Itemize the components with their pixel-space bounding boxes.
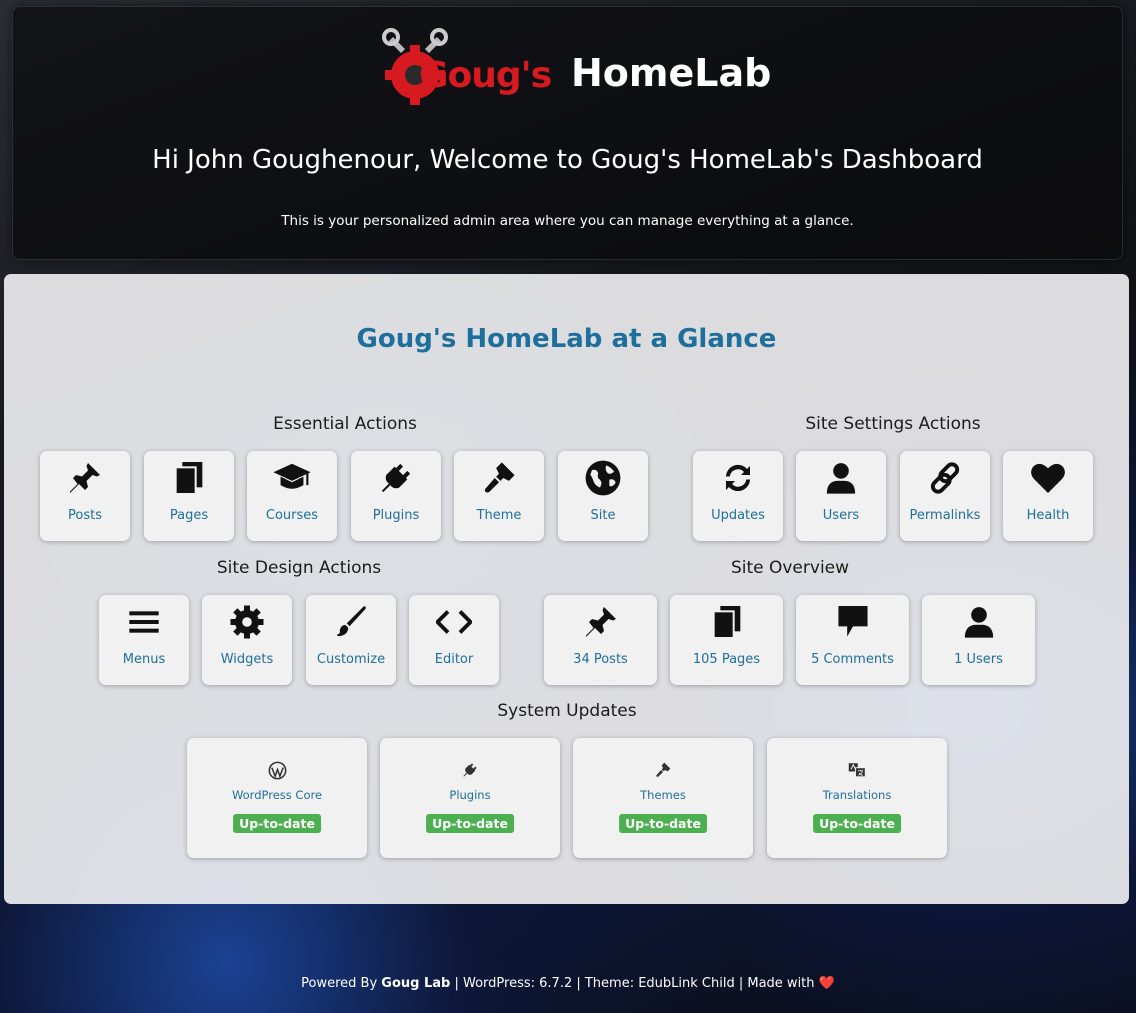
overview-label: 34 Posts [573,652,628,667]
pin-icon [70,463,100,493]
gear-icon [230,605,264,639]
overview-posts[interactable]: 34 Posts [544,595,657,685]
settings-actions-title: Site Settings Actions [805,414,981,434]
action-label: Plugins [372,508,420,523]
paintbrush-icon [484,462,515,493]
menu-icon [129,611,159,633]
action-label: Menus [122,652,166,667]
update-wordpress-core[interactable]: WordPress Core Up-to-date [187,738,367,858]
overview-pages[interactable]: 105 Pages [670,595,783,685]
pages-icon [174,462,203,495]
panel-title: Goug's HomeLab at a Glance [356,324,777,354]
pages-icon [712,606,740,639]
user-icon [964,607,993,638]
action-label: Pages [169,508,209,523]
overview-label: 5 Comments [811,652,894,667]
update-label: Plugins [449,788,491,802]
update-label: Themes [640,788,686,802]
action-pages[interactable]: Pages [144,451,234,541]
action-theme[interactable]: Theme [454,451,544,541]
update-label: Translations [822,788,892,802]
update-translations[interactable]: Translations Up-to-date [767,738,947,858]
translation-icon [848,763,866,778]
site-logo[interactable]: Goug's HomeLab [371,25,791,115]
overview-users[interactable]: 1 Users [922,595,1035,685]
comment-icon [837,606,868,637]
overview-comments[interactable]: 5 Comments [796,595,909,685]
update-plugins[interactable]: Plugins Up-to-date [380,738,560,858]
link-icon [930,462,960,494]
logo-text-white: HomeLab [571,51,772,95]
action-editor[interactable]: Editor [409,595,499,685]
action-users[interactable]: Users [796,451,886,541]
paintbrush-icon [656,762,671,777]
user-icon [826,463,856,494]
action-site[interactable]: Site [558,451,648,541]
action-courses[interactable]: Courses [247,451,337,541]
welcome-banner: Goug's HomeLab Hi John Goughenour, Welco… [12,6,1123,260]
action-label: Posts [68,508,102,523]
action-posts[interactable]: Posts [40,451,130,541]
plug-icon [381,463,411,493]
action-label: Updates [711,508,765,523]
action-label: Editor [434,652,474,667]
action-menus[interactable]: Menus [99,595,189,685]
footer-powered-text: Powered By [301,976,382,991]
footer: Powered By Goug Lab | WordPress: 6.7.2 |… [0,976,1136,991]
action-label: Site [590,508,616,523]
action-widgets[interactable]: Widgets [202,595,292,685]
heart-icon [1031,463,1065,493]
site-overview-title: Site Overview [730,558,850,578]
action-label: Users [822,508,860,523]
logo-text-red: Goug's [419,55,552,96]
action-plugins[interactable]: Plugins [351,451,441,541]
status-badge: Up-to-date [426,814,514,833]
code-icon [436,610,472,634]
action-health[interactable]: Health [1003,451,1093,541]
overview-label: 105 Pages [692,652,761,667]
action-updates[interactable]: Updates [693,451,783,541]
globe-icon [585,460,621,496]
action-label: Permalinks [909,508,981,523]
status-badge: Up-to-date [813,814,901,833]
update-label: WordPress Core [231,788,323,802]
status-badge: Up-to-date [619,814,707,833]
footer-brand-link[interactable]: Goug Lab [381,976,450,991]
update-themes[interactable]: Themes Up-to-date [573,738,753,858]
graduation-cap-icon [273,463,311,489]
action-label: Customize [316,652,386,667]
action-label: Widgets [220,652,274,667]
action-permalinks[interactable]: Permalinks [900,451,990,541]
status-badge: Up-to-date [233,814,321,833]
welcome-heading: Hi John Goughenour, Welcome to Goug's Ho… [152,145,983,175]
welcome-subtitle: This is your personalized admin area whe… [281,213,854,229]
glance-panel: Goug's HomeLab at a Glance Essential Act… [4,274,1129,904]
footer-info-text: | WordPress: 6.7.2 | Theme: EdubLink Chi… [450,976,819,991]
system-updates-title: System Updates [497,701,637,721]
action-label: Courses [265,508,319,523]
plug-icon [463,763,477,777]
action-label: Theme [476,508,522,523]
heart-icon: ❤️ [818,976,835,991]
action-customize[interactable]: Customize [306,595,396,685]
essential-actions-title: Essential Actions [273,414,417,434]
design-actions-title: Site Design Actions [216,558,382,578]
wordpress-icon [268,761,286,779]
pin-icon [585,607,616,637]
refresh-icon [726,464,750,492]
brush-icon [336,606,366,637]
action-label: Health [1026,508,1070,523]
overview-label: 1 Users [954,652,1003,667]
